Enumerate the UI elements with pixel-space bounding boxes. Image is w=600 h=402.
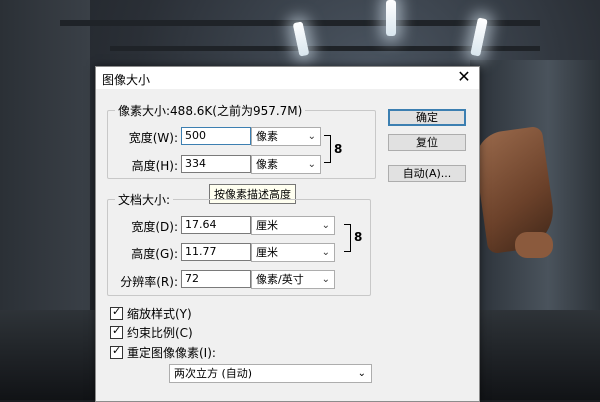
scale-styles-label: 缩放样式(Y) [127, 307, 192, 321]
link-chain-icon: 8 [334, 142, 343, 156]
dialog-titlebar: 图像大小 ✕ [96, 67, 479, 89]
dialog-title: 图像大小 [102, 73, 151, 87]
checkbox-checked-icon [110, 344, 123, 359]
doc-height-input[interactable]: 11.77 [181, 243, 251, 261]
doc-height-unit-select[interactable]: 厘米 ⌄ [251, 243, 335, 262]
chevron-down-icon: ⌄ [321, 247, 330, 258]
doc-width-unit-select[interactable]: 厘米 ⌄ [251, 216, 335, 235]
pixel-width-unit: 像素 [256, 130, 278, 143]
chevron-down-icon: ⌄ [321, 274, 330, 285]
doc-width-input[interactable]: 17.64 [181, 216, 251, 234]
resample-checkbox[interactable]: 重定图像像素(I): [110, 344, 216, 361]
doc-height-label: 高度(G): [131, 247, 178, 261]
pixel-width-input[interactable]: 500 [181, 127, 251, 145]
constrain-proportions-checkbox[interactable]: 约束比例(C) [110, 324, 193, 341]
resample-method-select[interactable]: 两次立方 (自动) ⌄ [169, 364, 372, 383]
background-athlete-hand [515, 232, 553, 258]
chevron-down-icon: ⌄ [307, 131, 316, 142]
resolution-label: 分辨率(R): [120, 275, 178, 289]
pixel-height-input[interactable]: 334 [181, 155, 251, 173]
chevron-down-icon: ⌄ [357, 368, 366, 379]
resolution-unit-select[interactable]: 像素/英寸 ⌄ [251, 270, 335, 289]
resolution-input[interactable]: 72 [181, 270, 251, 288]
doc-height-unit: 厘米 [256, 246, 278, 259]
reset-button[interactable]: 复位 [388, 134, 466, 151]
checkbox-checked-icon [110, 305, 123, 320]
link-chain-icon: 8 [354, 230, 363, 244]
chevron-down-icon: ⌄ [321, 220, 330, 231]
pixel-height-unit-select[interactable]: 像素 ⌄ [251, 155, 321, 174]
pixel-height-label: 高度(H): [131, 159, 178, 173]
checkbox-checked-icon [110, 324, 123, 339]
pixel-height-unit: 像素 [256, 158, 278, 171]
scale-styles-checkbox[interactable]: 缩放样式(Y) [110, 305, 192, 322]
constrain-proportions-label: 约束比例(C) [127, 326, 193, 340]
resample-label: 重定图像像素(I): [127, 346, 216, 360]
background-light [292, 21, 310, 57]
auto-button[interactable]: 自动(A)... [388, 165, 466, 182]
chevron-down-icon: ⌄ [307, 159, 316, 170]
resolution-unit: 像素/英寸 [256, 273, 304, 286]
doc-link-bracket [344, 224, 351, 252]
background-light [386, 0, 396, 36]
pixel-dimensions-legend: 像素大小:488.6K(之前为957.7M) [118, 104, 303, 118]
image-size-dialog: 图像大小 ✕ 像素大小:488.6K(之前为957.7M) 宽度(W): 500… [95, 66, 480, 402]
resample-method-value: 两次立方 (自动) [174, 367, 253, 380]
pixel-width-label: 宽度(W): [128, 131, 178, 145]
ok-button[interactable]: 确定 [388, 109, 466, 126]
doc-width-label: 宽度(D): [131, 220, 178, 234]
close-icon[interactable]: ✕ [455, 68, 473, 86]
doc-width-unit: 厘米 [256, 219, 278, 232]
pixel-link-bracket [324, 135, 331, 163]
document-size-legend: 文档大小: [118, 193, 171, 207]
pixel-width-unit-select[interactable]: 像素 ⌄ [251, 127, 321, 146]
